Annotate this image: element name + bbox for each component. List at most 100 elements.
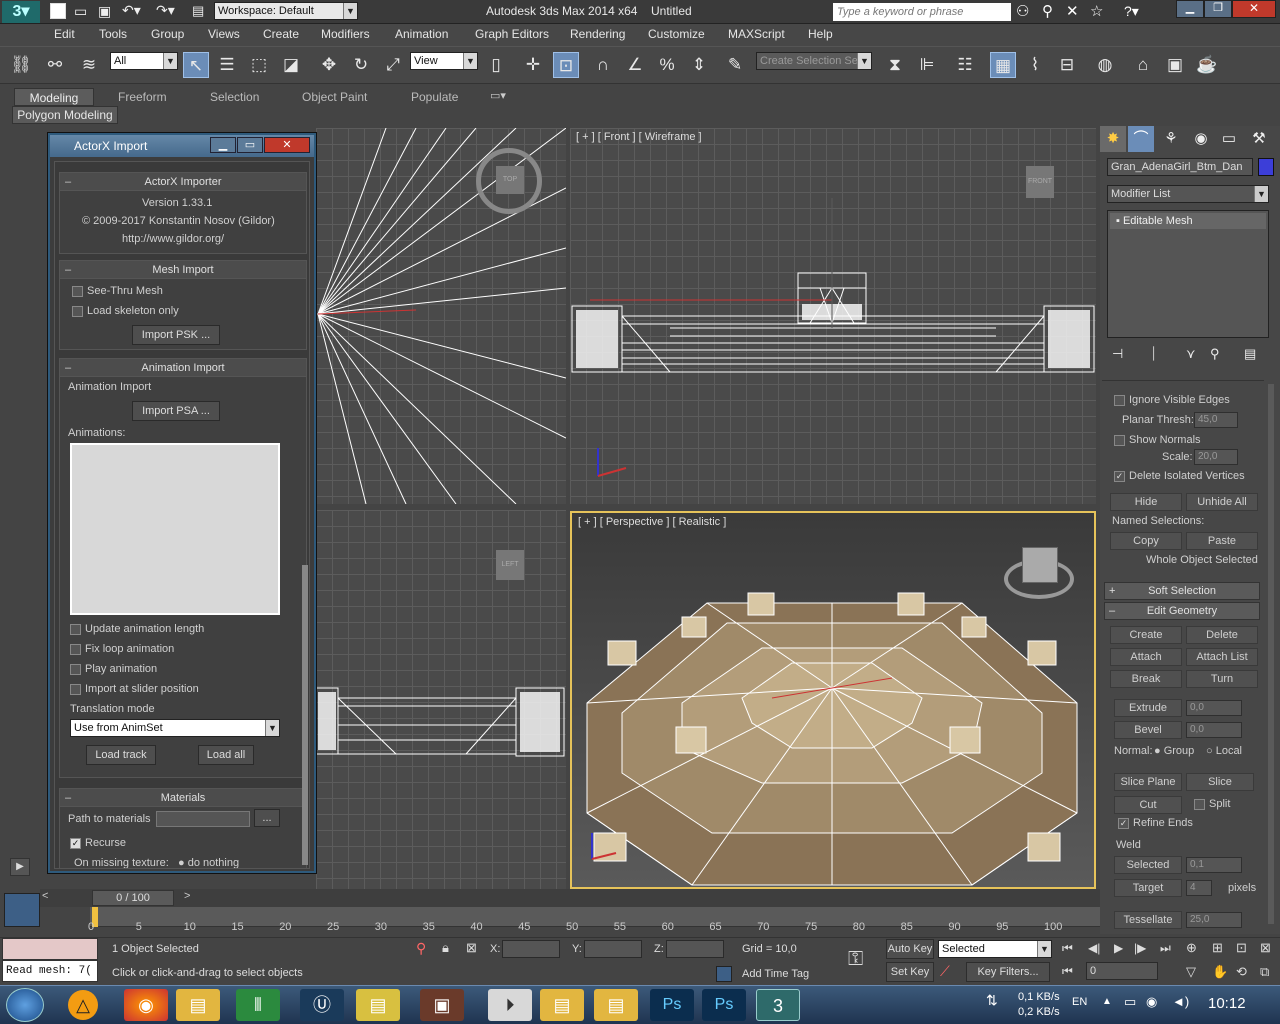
window-crossing-icon[interactable]: ◪ [278,52,304,78]
tab-selection[interactable]: Selection [210,88,259,106]
actorx-scrollbar[interactable] [302,565,308,865]
z-coord-field[interactable] [666,940,724,958]
keyboard-shortcut-icon[interactable]: ⊡ [553,52,579,78]
materials-header[interactable]: – Materials [60,789,306,807]
move-icon[interactable]: ✥ [316,52,342,78]
schematic-view-icon[interactable]: ⊟ [1054,52,1080,78]
tray-expand-icon[interactable]: ▲ [1102,996,1112,1007]
weld-selected-button[interactable]: Selected [1114,856,1182,874]
menu-views[interactable]: Views [208,27,240,41]
load-track-button[interactable]: Load track [86,745,156,765]
modifier-list-dropdown[interactable]: Modifier List ▼ [1107,185,1269,203]
align-icon[interactable]: ⊫ [914,52,940,78]
link-icon[interactable]: ⛓ [8,52,34,78]
animations-list[interactable] [70,443,280,615]
track-bar[interactable]: 0 5 10 15 20 25 30 35 40 45 50 55 60 65 70 75 80 85 90 95 10… [40,907,1100,937]
viewport-top[interactable]: TOP [316,128,566,504]
menu-group[interactable]: Group [151,27,184,41]
tab-modeling[interactable]: Modeling [14,88,94,106]
attach-list-button[interactable]: Attach List [1186,648,1258,666]
path-to-materials-input[interactable] [156,811,250,827]
isolate-icon[interactable]: ⚲ [416,940,426,957]
curve-editor-icon[interactable]: ⌇ [1022,52,1048,78]
set-key-icon[interactable]: ⚿ [848,948,863,971]
named-selection-dropdown[interactable]: Create Selection Se ▼ [756,52,872,70]
actorx-import-window[interactable]: ActorX Import ▁ ▭ ✕ – ActorX Importer Ver… [48,133,316,873]
unreal-icon[interactable]: Ⓤ [300,989,344,1021]
firefox-icon[interactable]: ◉ [124,989,168,1021]
menu-maxscript[interactable]: MAXScript [728,27,785,41]
winamp-icon[interactable]: ⦀ [236,989,280,1021]
edit-named-sel-icon[interactable]: ✎ [722,52,748,78]
menu-create[interactable]: Create [263,27,299,41]
actorx-maximize-button[interactable]: ▭ [237,137,263,153]
language-indicator[interactable]: EN [1072,996,1087,1008]
time-slider-thumb[interactable]: 0 / 100 [92,890,174,906]
actorx-minimize-button[interactable]: ▁ [210,137,236,153]
bevel-field[interactable]: 0,0 [1186,722,1242,738]
rollout-scrollbar[interactable] [1268,384,1274,924]
ref-coord-dropdown[interactable]: View ▼ [410,52,478,70]
new-file-icon[interactable] [50,3,66,19]
zoom-extents-icon[interactable]: ⊡ [1236,940,1247,956]
open-file-icon[interactable]: ▭ [74,3,87,20]
ignore-edges-checkbox[interactable]: Ignore Visible Edges [1114,394,1230,406]
help-icon[interactable]: ?▾ [1124,3,1139,20]
tab-freeform[interactable]: Freeform [118,88,167,106]
update-length-checkbox[interactable]: Update animation length [70,623,204,635]
folder-icon[interactable]: ▤ [356,989,400,1021]
auto-key-button[interactable]: Auto Key [886,939,934,959]
key-icon[interactable]: ⚲ [1042,2,1053,20]
menu-tools[interactable]: Tools [99,27,127,41]
absolute-mode-icon[interactable]: ⊠ [466,940,477,956]
object-color-swatch[interactable] [1258,158,1274,176]
extrude-field[interactable]: 0,0 [1186,700,1242,716]
prev-frame-icon[interactable]: < [42,890,48,902]
select-object-icon[interactable]: ↖ [183,52,209,78]
split-checkbox[interactable]: Split [1194,798,1230,810]
key-mode-dropdown[interactable]: Selected ▼ [938,940,1052,958]
select-manipulate-icon[interactable]: ✛ [520,52,546,78]
panel-polygon-modeling[interactable]: Polygon Modeling [12,106,118,124]
menu-animation[interactable]: Animation [395,27,448,41]
set-key-button[interactable]: Set Key [886,962,934,982]
menu-edit[interactable]: Edit [54,27,75,41]
mini-curve-editor-icon[interactable] [4,893,40,927]
modify-tab-icon[interactable]: ⌒ [1128,126,1154,152]
layer-manager-icon[interactable]: ☷ [952,52,978,78]
weld-selected-field[interactable]: 0,1 [1186,857,1242,873]
normal-local-radio[interactable]: ○ Local [1206,745,1242,757]
search-input[interactable]: Type a keyword or phrase [833,3,1011,21]
utilities-tab-icon[interactable]: ⚒ [1246,126,1272,152]
mesh-import-header[interactable]: – Mesh Import [60,261,306,279]
zoom-icon[interactable]: ⊕ [1186,940,1197,956]
photoshop-2-icon[interactable]: Ps [702,989,746,1021]
star-icon[interactable]: ☆ [1090,2,1103,20]
slice-plane-button[interactable]: Slice Plane [1114,773,1182,791]
rect-selection-icon[interactable]: ⬚ [246,52,272,78]
missing-texture-radio[interactable]: ● do nothing [178,857,239,868]
pan-icon[interactable]: ✋ [1212,964,1228,980]
start-button-icon[interactable] [6,988,44,1022]
refine-ends-checkbox[interactable]: ✓ Refine Ends [1118,817,1193,829]
maximize-button[interactable]: ❐ [1204,0,1232,18]
import-psa-button[interactable]: Import PSA ... [132,401,220,421]
maxscript-output[interactable]: Read mesh: 7( [2,960,98,982]
scale-icon[interactable]: ⤢ [380,52,406,78]
next-key-icon[interactable]: |▶ [1134,941,1146,955]
stack-item-editable-mesh[interactable]: ▪ Editable Mesh [1110,213,1266,229]
media-player-icon[interactable]: ⏵ [488,989,532,1021]
volume-icon[interactable]: ◄) [1172,994,1189,1009]
maxscript-listener[interactable] [2,938,98,960]
tessellate-button[interactable]: Tessellate [1114,911,1182,929]
delete-button[interactable]: Delete [1186,626,1258,644]
redo-icon[interactable]: ↷▾ [156,2,175,19]
goto-start-icon[interactable]: ⏮ [1062,941,1073,956]
key-filters-button[interactable]: Key Filters... [966,962,1050,982]
edit-geometry-rollout[interactable]: – Edit Geometry [1104,602,1260,620]
time-tag-icon[interactable] [716,966,732,982]
paste-button[interactable]: Paste [1186,532,1258,550]
create-tab-icon[interactable]: ✸ [1100,126,1126,152]
delete-isolated-checkbox[interactable]: ✓ Delete Isolated Vertices [1114,470,1245,482]
zoom-extents-all-icon[interactable]: ⊠ [1260,940,1271,956]
